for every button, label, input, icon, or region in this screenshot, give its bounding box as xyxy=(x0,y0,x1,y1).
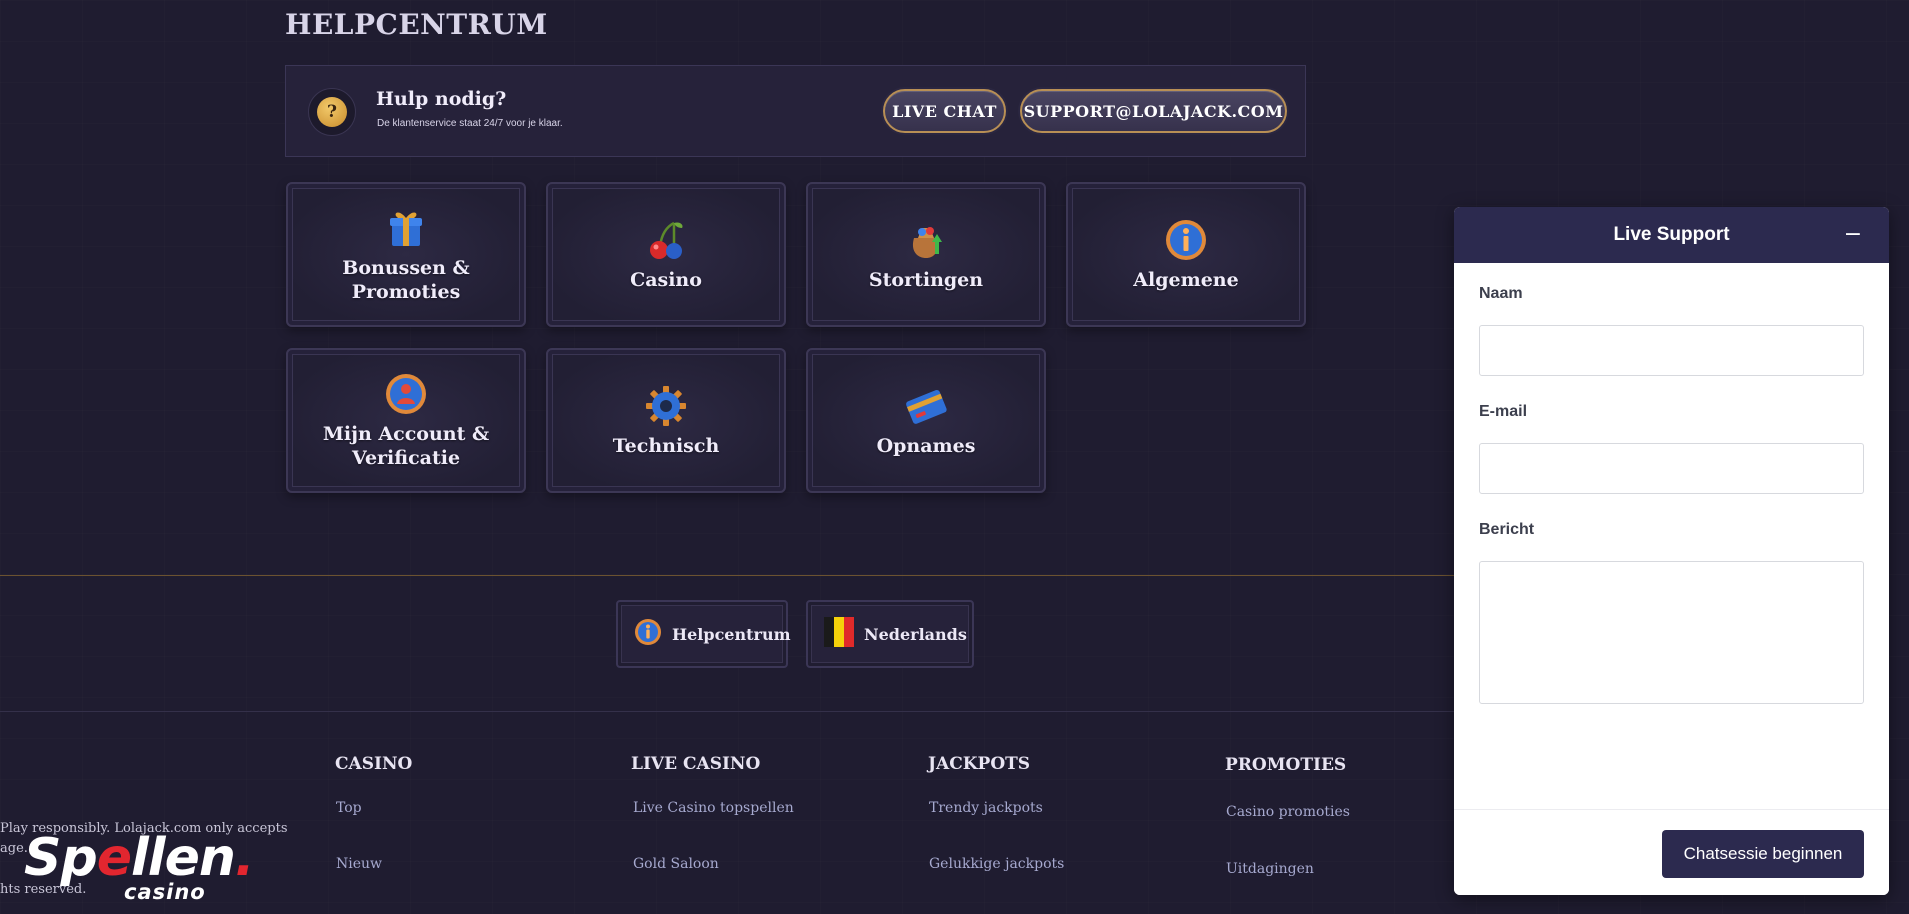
footer-heading-jackpots: JACKPOTS xyxy=(928,754,1031,774)
category-label: Stortingen xyxy=(868,268,984,291)
footer-helpcentrum-button[interactable]: Helpcentrum xyxy=(616,600,791,668)
footer-link[interactable]: Gelukkige jackpots xyxy=(929,856,1064,872)
footer-link[interactable]: Live Casino topspellen xyxy=(633,800,794,816)
live-support-widget: Live Support − Naam E-mail Bericht Chats… xyxy=(1454,207,1889,895)
footer-link[interactable]: Casino promoties xyxy=(1226,804,1350,820)
footer-link[interactable]: Nieuw xyxy=(336,856,382,872)
start-chat-button[interactable]: Chatsessie beginnen xyxy=(1662,830,1864,878)
cog-icon xyxy=(644,384,688,428)
gift-icon xyxy=(384,206,428,250)
category-label: Opnames xyxy=(876,434,976,457)
footer-heading-promoties: PROMOTIES xyxy=(1225,755,1347,775)
footer-link[interactable]: Top xyxy=(336,800,362,816)
category-label: Bonussen & Promoties xyxy=(342,256,470,303)
cherries-icon xyxy=(644,218,688,262)
language-selector[interactable]: Nederlands xyxy=(806,600,974,668)
live-support-header: Live Support − xyxy=(1454,207,1889,263)
footer-link[interactable]: Uitdagingen xyxy=(1226,861,1314,877)
info-icon xyxy=(634,618,662,650)
question-icon: ? xyxy=(308,88,356,136)
email-label: E-mail xyxy=(1479,403,1528,420)
footer-link[interactable]: Trendy jackpots xyxy=(929,800,1043,816)
live-chat-button[interactable]: LIVE CHAT xyxy=(883,89,1006,133)
message-label: Bericht xyxy=(1479,521,1535,538)
spellen-casino-logo: Spellen. casino xyxy=(24,828,255,904)
category-opnames[interactable]: Opnames xyxy=(806,348,1046,493)
email-field[interactable] xyxy=(1479,443,1864,494)
info-icon xyxy=(1164,218,1208,262)
card-icon xyxy=(904,384,948,428)
category-bonussen-promoties[interactable]: Bonussen & Promoties xyxy=(286,182,526,327)
help-bar-title: Hulp nodig? xyxy=(376,88,507,110)
name-label: Naam xyxy=(1479,285,1523,302)
category-label: Mijn Account & Verificatie xyxy=(322,422,490,469)
footer-divider xyxy=(0,711,1454,712)
category-algemene[interactable]: Algemene xyxy=(1066,182,1306,327)
category-label: Algemene xyxy=(1133,268,1239,291)
section-divider xyxy=(0,575,1454,576)
category-stortingen[interactable]: Stortingen xyxy=(806,182,1046,327)
live-support-footer: Chatsessie beginnen xyxy=(1454,809,1889,895)
page-title: HELPCENTRUM xyxy=(285,8,548,41)
minimize-icon[interactable]: − xyxy=(1841,221,1865,247)
help-bar: ? Hulp nodig? De klantenservice staat 24… xyxy=(285,65,1306,157)
category-label: Casino xyxy=(630,268,702,291)
footer-heading-live-casino: LIVE CASINO xyxy=(631,754,761,774)
user-icon xyxy=(384,372,428,416)
footer-heading-casino: CASINO xyxy=(335,754,413,774)
belgium-flag-icon xyxy=(824,617,854,651)
language-label: Nederlands xyxy=(864,624,967,644)
category-label: Technisch xyxy=(612,434,720,457)
money-bag-icon xyxy=(904,218,948,262)
category-mijn-account[interactable]: Mijn Account & Verificatie xyxy=(286,348,526,493)
category-technisch[interactable]: Technisch xyxy=(546,348,786,493)
live-support-title: Live Support xyxy=(1613,224,1730,245)
help-bar-subtitle: De klantenservice staat 24/7 voor je kla… xyxy=(377,118,563,129)
message-field[interactable] xyxy=(1479,561,1864,704)
support-email-button[interactable]: SUPPORT@LOLAJACK.COM xyxy=(1020,89,1287,133)
footer-helpcentrum-label: Helpcentrum xyxy=(672,624,791,644)
footer-link[interactable]: Gold Saloon xyxy=(633,856,719,872)
category-casino[interactable]: Casino xyxy=(546,182,786,327)
name-field[interactable] xyxy=(1479,325,1864,376)
